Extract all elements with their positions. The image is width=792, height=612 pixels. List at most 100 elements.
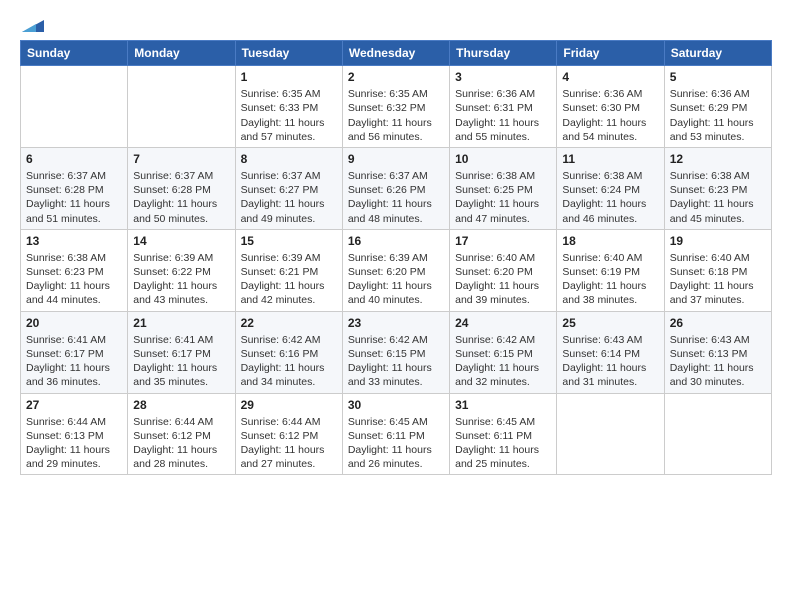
day-number: 29 <box>241 397 337 413</box>
weekday-header-friday: Friday <box>557 41 664 66</box>
day-info: Sunrise: 6:35 AMSunset: 6:33 PMDaylight:… <box>241 87 337 144</box>
calendar-cell: 21 Sunrise: 6:41 AMSunset: 6:17 PMDayligh… <box>128 311 235 393</box>
calendar-cell: 1 Sunrise: 6:35 AMSunset: 6:33 PMDaylight… <box>235 66 342 148</box>
day-number: 9 <box>348 151 444 167</box>
day-number: 27 <box>26 397 122 413</box>
calendar-cell: 31 Sunrise: 6:45 AMSunset: 6:11 PMDayligh… <box>450 393 557 475</box>
calendar-cell: 25Sunrise: 6:43 AMSunset: 6:14 PMDayligh… <box>557 311 664 393</box>
weekday-header-saturday: Saturday <box>664 41 771 66</box>
day-number: 24 <box>455 315 551 331</box>
calendar-week-5: 27Sunrise: 6:44 AMSunset: 6:13 PMDayligh… <box>21 393 772 475</box>
calendar-cell: 24 Sunrise: 6:42 AMSunset: 6:15 PMDayligh… <box>450 311 557 393</box>
day-number: 7 <box>133 151 229 167</box>
day-info: Sunrise: 6:37 AMSunset: 6:28 PMDaylight:… <box>26 169 122 226</box>
day-info: Sunrise: 6:45 AMSunset: 6:11 PMDaylight:… <box>348 415 444 472</box>
calendar-cell: 2 Sunrise: 6:35 AMSunset: 6:32 PMDaylight… <box>342 66 449 148</box>
day-info: Sunrise: 6:37 AMSunset: 6:28 PMDaylight:… <box>133 169 229 226</box>
weekday-header-sunday: Sunday <box>21 41 128 66</box>
day-number: 23 <box>348 315 444 331</box>
weekday-header-row: SundayMondayTuesdayWednesdayThursdayFrid… <box>21 41 772 66</box>
day-info: Sunrise: 6:36 AMSunset: 6:30 PMDaylight:… <box>562 87 658 144</box>
calendar-cell <box>21 66 128 148</box>
day-number: 3 <box>455 69 551 85</box>
calendar-cell: 28 Sunrise: 6:44 AMSunset: 6:12 PMDayligh… <box>128 393 235 475</box>
day-number: 30 <box>348 397 444 413</box>
calendar-week-1: 1 Sunrise: 6:35 AMSunset: 6:33 PMDaylight… <box>21 66 772 148</box>
calendar-cell: 4 Sunrise: 6:36 AMSunset: 6:30 PMDaylight… <box>557 66 664 148</box>
day-number: 22 <box>241 315 337 331</box>
day-number: 8 <box>241 151 337 167</box>
weekday-header-thursday: Thursday <box>450 41 557 66</box>
day-number: 20 <box>26 315 122 331</box>
day-number: 6 <box>26 151 122 167</box>
calendar-cell: 6 Sunrise: 6:37 AMSunset: 6:28 PMDaylight… <box>21 147 128 229</box>
weekday-header-wednesday: Wednesday <box>342 41 449 66</box>
calendar-cell: 13 Sunrise: 6:38 AMSunset: 6:23 PMDayligh… <box>21 229 128 311</box>
day-info: Sunrise: 6:39 AMSunset: 6:21 PMDaylight:… <box>241 251 337 308</box>
day-info: Sunrise: 6:40 AMSunset: 6:20 PMDaylight:… <box>455 251 551 308</box>
day-number: 10 <box>455 151 551 167</box>
day-info: Sunrise: 6:42 AMSunset: 6:15 PMDaylight:… <box>455 333 551 390</box>
calendar-cell: 17Sunrise: 6:40 AMSunset: 6:20 PMDayligh… <box>450 229 557 311</box>
day-info: Sunrise: 6:38 AMSunset: 6:24 PMDaylight:… <box>562 169 658 226</box>
day-number: 12 <box>670 151 766 167</box>
weekday-header-tuesday: Tuesday <box>235 41 342 66</box>
day-number: 11 <box>562 151 658 167</box>
calendar-cell: 26 Sunrise: 6:43 AMSunset: 6:13 PMDayligh… <box>664 311 771 393</box>
day-number: 4 <box>562 69 658 85</box>
day-number: 21 <box>133 315 229 331</box>
day-info: Sunrise: 6:37 AMSunset: 6:27 PMDaylight:… <box>241 169 337 226</box>
calendar-cell: 20 Sunrise: 6:41 AMSunset: 6:17 PMDayligh… <box>21 311 128 393</box>
calendar-week-3: 13 Sunrise: 6:38 AMSunset: 6:23 PMDayligh… <box>21 229 772 311</box>
day-info: Sunrise: 6:39 AMSunset: 6:22 PMDaylight:… <box>133 251 229 308</box>
day-info: Sunrise: 6:42 AMSunset: 6:15 PMDaylight:… <box>348 333 444 390</box>
calendar-cell: 7 Sunrise: 6:37 AMSunset: 6:28 PMDaylight… <box>128 147 235 229</box>
calendar-cell: 12 Sunrise: 6:38 AMSunset: 6:23 PMDayligh… <box>664 147 771 229</box>
page: SundayMondayTuesdayWednesdayThursdayFrid… <box>0 0 792 612</box>
day-info: Sunrise: 6:38 AMSunset: 6:23 PMDaylight:… <box>670 169 766 226</box>
calendar-week-2: 6 Sunrise: 6:37 AMSunset: 6:28 PMDaylight… <box>21 147 772 229</box>
weekday-header-monday: Monday <box>128 41 235 66</box>
calendar-cell <box>128 66 235 148</box>
day-info: Sunrise: 6:44 AMSunset: 6:12 PMDaylight:… <box>133 415 229 472</box>
day-number: 28 <box>133 397 229 413</box>
day-info: Sunrise: 6:38 AMSunset: 6:23 PMDaylight:… <box>26 251 122 308</box>
logo-icon <box>22 16 44 32</box>
header <box>20 16 772 32</box>
day-info: Sunrise: 6:36 AMSunset: 6:31 PMDaylight:… <box>455 87 551 144</box>
day-info: Sunrise: 6:40 AMSunset: 6:18 PMDaylight:… <box>670 251 766 308</box>
day-number: 16 <box>348 233 444 249</box>
calendar-week-4: 20 Sunrise: 6:41 AMSunset: 6:17 PMDayligh… <box>21 311 772 393</box>
day-info: Sunrise: 6:35 AMSunset: 6:32 PMDaylight:… <box>348 87 444 144</box>
calendar-cell: 5Sunrise: 6:36 AMSunset: 6:29 PMDaylight… <box>664 66 771 148</box>
calendar-cell: 3 Sunrise: 6:36 AMSunset: 6:31 PMDaylight… <box>450 66 557 148</box>
day-info: Sunrise: 6:37 AMSunset: 6:26 PMDaylight:… <box>348 169 444 226</box>
calendar-cell: 9 Sunrise: 6:37 AMSunset: 6:26 PMDaylight… <box>342 147 449 229</box>
day-info: Sunrise: 6:42 AMSunset: 6:16 PMDaylight:… <box>241 333 337 390</box>
calendar-cell: 16 Sunrise: 6:39 AMSunset: 6:20 PMDayligh… <box>342 229 449 311</box>
calendar-cell: 10Sunrise: 6:38 AMSunset: 6:25 PMDayligh… <box>450 147 557 229</box>
calendar-cell: 29Sunrise: 6:44 AMSunset: 6:12 PMDayligh… <box>235 393 342 475</box>
calendar-cell: 19 Sunrise: 6:40 AMSunset: 6:18 PMDayligh… <box>664 229 771 311</box>
day-number: 14 <box>133 233 229 249</box>
day-number: 2 <box>348 69 444 85</box>
day-number: 15 <box>241 233 337 249</box>
calendar-cell: 22 Sunrise: 6:42 AMSunset: 6:16 PMDayligh… <box>235 311 342 393</box>
day-info: Sunrise: 6:41 AMSunset: 6:17 PMDaylight:… <box>133 333 229 390</box>
day-info: Sunrise: 6:39 AMSunset: 6:20 PMDaylight:… <box>348 251 444 308</box>
day-number: 31 <box>455 397 551 413</box>
day-number: 26 <box>670 315 766 331</box>
calendar-cell: 30 Sunrise: 6:45 AMSunset: 6:11 PMDayligh… <box>342 393 449 475</box>
calendar-cell <box>664 393 771 475</box>
day-info: Sunrise: 6:43 AMSunset: 6:13 PMDaylight:… <box>670 333 766 390</box>
calendar-cell <box>557 393 664 475</box>
calendar-cell: 23 Sunrise: 6:42 AMSunset: 6:15 PMDayligh… <box>342 311 449 393</box>
day-info: Sunrise: 6:45 AMSunset: 6:11 PMDaylight:… <box>455 415 551 472</box>
calendar-table: SundayMondayTuesdayWednesdayThursdayFrid… <box>20 40 772 475</box>
day-number: 19 <box>670 233 766 249</box>
day-number: 13 <box>26 233 122 249</box>
day-number: 1 <box>241 69 337 85</box>
calendar-cell: 8 Sunrise: 6:37 AMSunset: 6:27 PMDaylight… <box>235 147 342 229</box>
day-info: Sunrise: 6:41 AMSunset: 6:17 PMDaylight:… <box>26 333 122 390</box>
calendar-cell: 15 Sunrise: 6:39 AMSunset: 6:21 PMDayligh… <box>235 229 342 311</box>
